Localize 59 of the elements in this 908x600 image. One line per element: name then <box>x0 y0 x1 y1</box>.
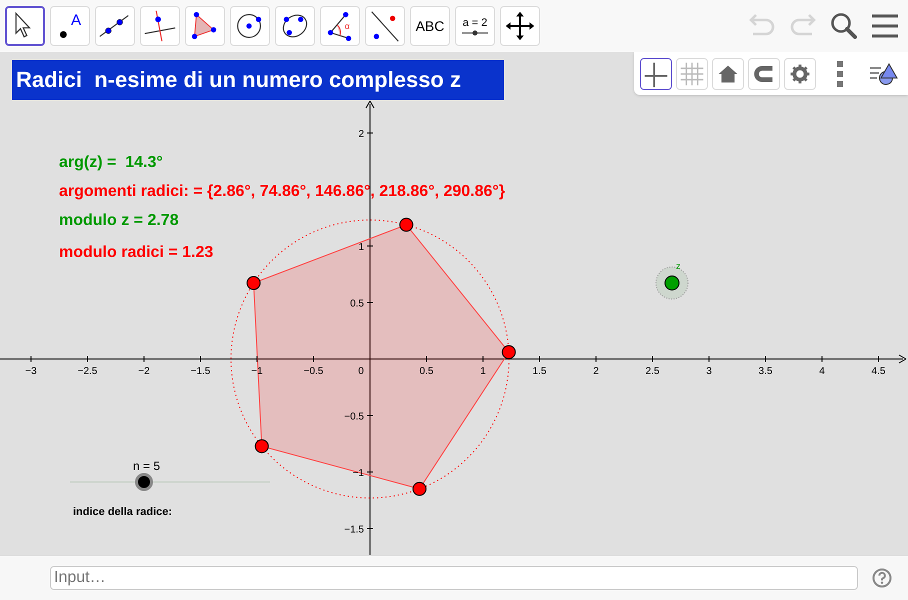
slider-tool-button[interactable]: a = 2 <box>455 6 495 46</box>
reflect-point-tool-button[interactable] <box>365 6 405 46</box>
axis-label: −2.5 <box>78 366 98 377</box>
point[interactable] <box>246 276 261 290</box>
axis-label: −2 <box>138 366 150 377</box>
home-button[interactable] <box>712 58 744 90</box>
axis-label: 2.5 <box>646 366 660 377</box>
axis-label: −0.5 <box>304 366 324 377</box>
slider-label: n = 5 <box>133 458 160 475</box>
point[interactable] <box>399 218 414 232</box>
axis-label: 2 <box>593 366 599 377</box>
axis-label: −3 <box>25 366 37 377</box>
undo-icon <box>747 14 777 38</box>
axis-label: −1.5 <box>344 524 364 536</box>
ellipse-tool-button[interactable] <box>275 6 315 46</box>
input-field[interactable]: Input… <box>50 566 858 590</box>
menu-icon <box>870 13 900 39</box>
axis-label: 4.5 <box>872 366 886 377</box>
axis-label: −1.5 <box>190 366 210 377</box>
slider-icon <box>462 30 488 36</box>
text-label: modulo z = 2.78 <box>59 211 179 231</box>
search-icon <box>829 11 859 41</box>
axes-button[interactable] <box>640 58 672 90</box>
point-tool-button[interactable]: A <box>50 6 90 46</box>
line-tool-button[interactable] <box>95 6 135 46</box>
axis-label: 1 <box>358 242 364 253</box>
axis-label: 1.5 <box>532 366 546 377</box>
text-tool-button[interactable]: ABC <box>410 6 450 46</box>
text-label: arg(z) = 14.3° <box>59 153 163 173</box>
circle-tool-button[interactable] <box>230 6 270 46</box>
angle-tool-button[interactable]: α <box>320 6 360 46</box>
axis-label: 0 <box>358 366 364 377</box>
text-label: modulo radici = 1.23 <box>59 243 214 263</box>
slider-thumb[interactable] <box>135 473 153 491</box>
triangle-tool-button[interactable] <box>185 6 225 46</box>
perpendicular-lines-tool-button[interactable] <box>140 6 180 46</box>
redo-icon <box>788 14 818 38</box>
axis-label: 3 <box>706 366 712 377</box>
axis-label: 0.5 <box>420 366 434 377</box>
axis-label: −0.5 <box>344 412 364 422</box>
axis-label: 1 <box>480 366 486 377</box>
title-label: Radici n-esime di un numero complesso z <box>12 60 504 100</box>
axis-label: 4 <box>819 366 825 377</box>
arrow-cursor-tool-button[interactable] <box>5 6 45 46</box>
shapes-icon <box>869 60 899 86</box>
point[interactable] <box>412 482 426 496</box>
axis-label: 2 <box>358 129 364 140</box>
move-arrows-tool-button[interactable] <box>500 6 540 46</box>
axis-label: 3.5 <box>758 366 772 377</box>
slider-track[interactable] <box>70 473 270 491</box>
help-icon[interactable] <box>872 568 892 588</box>
point-label: z <box>676 261 680 271</box>
slider-caption: indice della radice: <box>73 505 172 520</box>
vertical-dots-icon <box>836 60 844 86</box>
settings-button[interactable] <box>784 58 816 90</box>
point[interactable] <box>502 345 516 360</box>
axis-label: 0.5 <box>350 298 364 310</box>
magnet-button[interactable] <box>748 58 780 90</box>
point[interactable] <box>254 439 269 454</box>
